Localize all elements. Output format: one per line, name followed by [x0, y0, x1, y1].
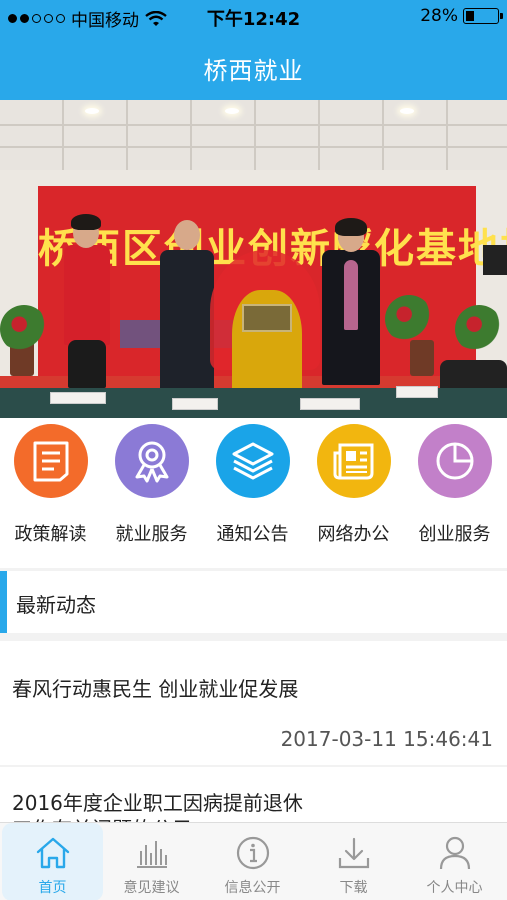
- table-paper: [50, 392, 106, 404]
- menu-label: 就业服务: [115, 524, 188, 545]
- status-bar: 中国移动 下午12:42 28%: [0, 0, 507, 34]
- flower-plant: [455, 305, 503, 353]
- menu-item-employment[interactable]: 就业服务: [101, 424, 202, 546]
- layers-icon: [232, 442, 273, 480]
- status-right: 28%: [420, 6, 503, 26]
- user-icon: [439, 836, 470, 870]
- person-hair: [335, 218, 367, 236]
- section-title: 最新动态: [16, 593, 96, 617]
- banner-ceiling: [0, 100, 507, 170]
- section-accent-bar: [0, 571, 7, 633]
- newspaper-icon: [333, 443, 373, 480]
- page-title: 桥西就业: [203, 57, 304, 85]
- home-icon: [36, 837, 69, 869]
- camera-object: [483, 245, 507, 275]
- news-item[interactable]: 春风行动惠民生 创业就业促发展 2017-03-11 15:46:41: [0, 641, 507, 765]
- menu-icon-circle: [114, 424, 189, 498]
- award-ribbon-icon: [135, 441, 168, 483]
- menu-item-policy[interactable]: 政策解读: [0, 424, 101, 546]
- tab-suggestions[interactable]: 意见建议: [101, 823, 202, 900]
- menu-item-notice[interactable]: 通知公告: [202, 424, 303, 546]
- news-title: 春风行动惠民生 创业就业促发展: [12, 677, 299, 701]
- flower-plant: [385, 295, 433, 343]
- menu-icon-circle: [417, 424, 492, 498]
- person-scarf: [344, 260, 358, 330]
- download-icon: [338, 837, 369, 869]
- menu-icon-circle: [13, 424, 88, 498]
- tab-label: 意见建议: [123, 880, 180, 896]
- menu-icon-circle: [316, 424, 391, 498]
- tab-label: 下载: [339, 880, 368, 896]
- news-date: 2017-03-11 15:46:41: [280, 727, 493, 751]
- tab-profile[interactable]: 个人中心: [404, 823, 505, 900]
- tab-label: 首页: [38, 880, 67, 896]
- tab-bar: 首页 意见建议 信息公开 下载 个人中心: [0, 822, 507, 900]
- table-paper: [300, 398, 360, 410]
- flower-plant: [0, 305, 48, 353]
- news-title: 2016年度企业职工因病提前退休: [12, 791, 303, 815]
- person-head: [174, 220, 200, 250]
- table-paper: [396, 386, 438, 398]
- person-hair: [71, 214, 101, 230]
- tab-download[interactable]: 下载: [303, 823, 404, 900]
- info-icon: [236, 836, 269, 870]
- flower-pot: [410, 340, 434, 376]
- battery-icon: [463, 8, 503, 24]
- app-screen: 中国移动 下午12:42 28% 桥西就业 桥西区创业创新孵化基地揭牌仪式: [0, 0, 507, 900]
- person-figure: [64, 245, 110, 345]
- nav-bar: 桥西就业: [0, 34, 507, 100]
- menu-label: 政策解读: [14, 524, 87, 545]
- news-item[interactable]: 2016年度企业职工因病提前退休 工作有关问题的公示: [0, 767, 507, 827]
- person-figure: [68, 340, 106, 388]
- ceremony-plaque: [232, 290, 302, 400]
- menu-icon-circle: [215, 424, 290, 498]
- tab-label: 个人中心: [426, 880, 483, 896]
- person-figure: [160, 250, 214, 390]
- bar-chart-icon: [136, 841, 167, 868]
- menu-item-startup[interactable]: 创业服务: [404, 424, 505, 546]
- table-paper: [172, 398, 218, 410]
- menu-label: 通知公告: [216, 524, 289, 545]
- section-header: 最新动态: [0, 571, 507, 633]
- battery-percent: 28%: [420, 6, 458, 26]
- pie-chart-icon: [436, 442, 473, 480]
- menu-item-office[interactable]: 网络办公: [303, 424, 404, 546]
- tab-home[interactable]: 首页: [2, 823, 103, 900]
- banner-carousel[interactable]: 桥西区创业创新孵化基地揭牌仪式: [0, 100, 507, 418]
- document-icon: [33, 441, 68, 482]
- tab-label: 信息公开: [224, 880, 281, 896]
- tab-info[interactable]: 信息公开: [202, 823, 303, 900]
- quick-menu: 政策解读 就业服务 通知公告 网络办公 创业服务: [0, 418, 507, 568]
- menu-label: 创业服务: [418, 524, 491, 545]
- menu-label: 网络办公: [317, 524, 390, 545]
